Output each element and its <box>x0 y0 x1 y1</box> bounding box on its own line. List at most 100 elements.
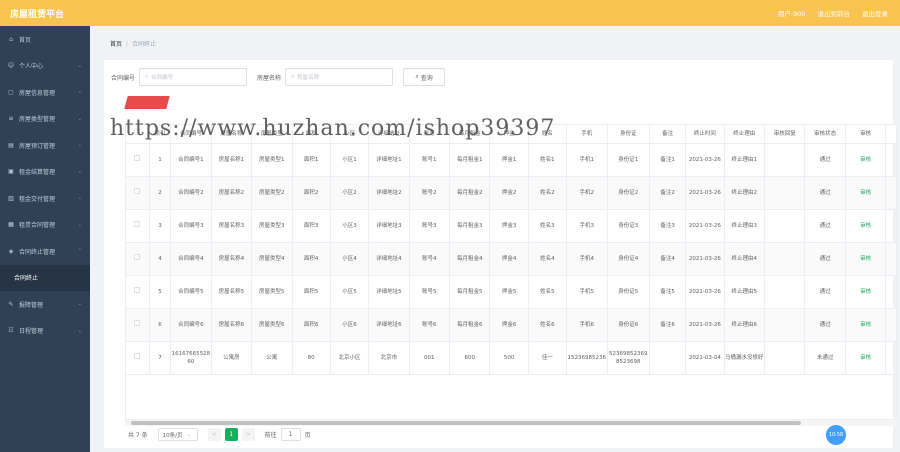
table-cell: 2021-03-26 <box>685 176 725 210</box>
sidebar-item-termination[interactable]: ◈ 合同终止管理 ⌃ <box>0 238 90 265</box>
table-cell: 未通过 <box>804 341 846 375</box>
table-cell: 每月租金2 <box>449 176 491 210</box>
sidebar-item-fault[interactable]: ✎ 报障管理 ⌄ <box>0 291 90 318</box>
goto-page-input[interactable]: 1 <box>280 428 301 441</box>
row-action-cell <box>885 275 896 309</box>
table-cell: 详细地址3 <box>368 209 410 243</box>
chevron-up-icon: ⌃ <box>77 248 82 255</box>
checkbox[interactable] <box>134 320 141 326</box>
table-cell: 合同编号1 <box>170 143 212 177</box>
review-link[interactable]: 审核 <box>845 176 887 210</box>
wrench-icon: ✎ <box>8 300 14 308</box>
search-icon: ⌕ <box>291 73 295 80</box>
table-cell: 账号3 <box>409 209 451 243</box>
checkbox[interactable] <box>134 221 141 227</box>
checkbox[interactable] <box>134 353 141 359</box>
pagination: 共 7 条 10条/页 ⌄ < 1 > 前往 1 页 <box>128 428 311 441</box>
table-cell: 北京小区 <box>330 341 370 375</box>
page-number-button[interactable]: 1 <box>224 428 238 441</box>
table-cell: 通过 <box>804 143 846 177</box>
table-cell: 房屋类型3 <box>251 209 293 243</box>
chevron-down-icon: ⌄ <box>77 89 82 96</box>
table-cell: 终止理由3 <box>724 209 765 243</box>
row-select-cell[interactable] <box>126 242 150 276</box>
table-cell: 2021-03-04 <box>685 341 725 375</box>
row-select-cell[interactable] <box>126 275 150 309</box>
exit-to-frontend-link[interactable]: 退出到前台 <box>818 8 851 18</box>
schedule-icon: ☷ <box>8 327 14 335</box>
table-cell: 合同编号4 <box>170 242 212 276</box>
page-size-select[interactable]: 10条/页 ⌄ <box>157 428 198 441</box>
row-action-cell <box>885 242 896 276</box>
sidebar-item-schedule[interactable]: ☷ 日程管理 ⌄ <box>0 318 90 345</box>
search-button[interactable]: ⌕ 查询 <box>403 68 446 86</box>
row-select-cell[interactable] <box>126 176 150 210</box>
sidebar-item-house-info[interactable]: ▢ 房屋信息管理 ⌄ <box>0 79 90 106</box>
next-page-button[interactable]: > <box>241 428 255 441</box>
table-cell: 房屋名称4 <box>211 242 253 276</box>
table-cell: 押金4 <box>489 242 529 276</box>
table-row: 2 合同编号2 房屋名称2 房屋类型2 面积2 小区2 详细地址2 账号2 每月租金2 押金2 姓名… <box>126 176 896 210</box>
table-cell: 2021-03-26 <box>685 242 725 276</box>
table-cell: 5 <box>149 275 172 309</box>
column-header: 审核状态 <box>804 125 846 144</box>
contract-number-input[interactable]: ⌕ 合同编号 <box>139 68 248 86</box>
table-cell: 手机2 <box>566 176 608 210</box>
table-cell: 备注4 <box>649 242 687 276</box>
review-link[interactable]: 审核 <box>845 209 887 243</box>
prev-page-button[interactable]: < <box>207 428 221 441</box>
scrollbar-thumb[interactable] <box>131 421 801 425</box>
breadcrumb-home[interactable]: 首页 <box>110 41 122 48</box>
checkbox[interactable] <box>134 287 141 293</box>
table-cell: 押金5 <box>489 275 529 309</box>
table-row: 4 合同编号4 房屋名称4 房屋类型4 面积4 小区4 详细地址4 账号4 每月租金4 押金4 姓名… <box>126 242 896 276</box>
table-cell: 小区1 <box>330 143 370 177</box>
sidebar-item-booking[interactable]: ▤ 房屋预订管理 ⌄ <box>0 132 90 159</box>
sidebar-item-home[interactable]: ⌂ 首页 <box>0 26 90 53</box>
sidebar-item-contract[interactable]: ▦ 租赁合同管理 ⌄ <box>0 212 90 239</box>
sidebar-item-termination-list[interactable]: 合同终止 <box>0 264 90 291</box>
table-cell: 账号6 <box>409 308 451 342</box>
sidebar-item-rent-pay[interactable]: ▥ 租金交付管理 ⌄ <box>0 185 90 212</box>
table-cell: 马桶漏水没修好 <box>724 341 765 375</box>
table-cell: 手机3 <box>566 209 608 243</box>
stop-icon: ◈ <box>8 247 14 255</box>
row-select-cell[interactable] <box>126 308 150 342</box>
review-link[interactable]: 审核 <box>845 275 887 309</box>
clock-badge[interactable]: 10:58 <box>826 425 846 445</box>
row-select-cell[interactable] <box>126 209 150 243</box>
house-icon: ▢ <box>8 88 14 96</box>
sidebar-item-personal[interactable]: ☺ 个人中心 ⌄ <box>0 53 90 80</box>
sidebar-item-house-type[interactable]: ≡ 房屋类型管理 ⌄ <box>0 106 90 133</box>
row-select-cell[interactable] <box>126 143 150 177</box>
table-cell: 001 <box>409 341 451 375</box>
table-cell <box>764 242 806 276</box>
table-cell <box>764 308 806 342</box>
table-cell: 姓名6 <box>528 308 568 342</box>
table-cell: 手机4 <box>566 242 608 276</box>
review-link[interactable]: 审核 <box>845 308 887 342</box>
table-cell: 终止理由5 <box>724 275 765 309</box>
table-cell: 小区4 <box>330 242 370 276</box>
table-cell: 押金6 <box>489 308 529 342</box>
table-cell: 账号2 <box>409 176 451 210</box>
review-link[interactable]: 审核 <box>845 242 887 276</box>
row-action-cell <box>885 308 896 342</box>
table-cell: 每月租金5 <box>449 275 491 309</box>
horizontal-scrollbar[interactable] <box>125 420 897 426</box>
checkbox[interactable] <box>134 155 141 161</box>
checkbox[interactable] <box>134 254 141 260</box>
review-link[interactable]: 审核 <box>845 143 887 177</box>
checkbox[interactable] <box>134 188 141 194</box>
chevron-down-icon: ⌄ <box>77 327 82 334</box>
sidebar-item-rent-settle[interactable]: ▣ 租金结算管理 ⌄ <box>0 159 90 186</box>
table-row: 7 1616766552860 公寓房 公寓 80 北京小区 北京市 001 600 500 佳一 1… <box>126 341 896 375</box>
table-cell <box>764 341 806 375</box>
house-name-input[interactable]: ⌕ 房屋名称 <box>285 68 394 86</box>
table-cell: 房屋类型1 <box>251 143 293 177</box>
table-cell: 1616766552860 <box>170 341 212 375</box>
logout-link[interactable]: 退出登录 <box>862 8 888 18</box>
table-cell: 公寓 <box>251 341 293 375</box>
review-link[interactable]: 审核 <box>845 341 887 375</box>
row-select-cell[interactable] <box>126 341 150 375</box>
